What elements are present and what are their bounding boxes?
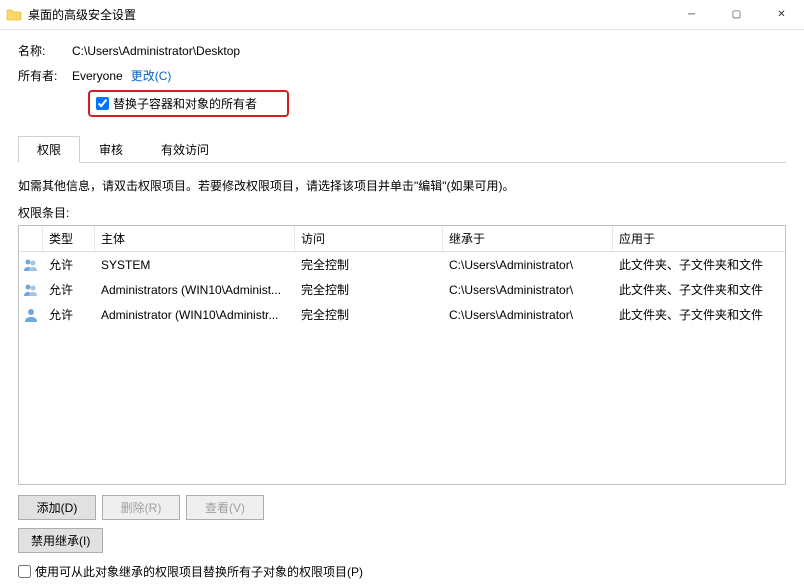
name-row: 名称: C:\Users\Administrator\Desktop — [18, 42, 786, 59]
cell-principal: SYSTEM — [95, 254, 295, 276]
cell-inherited: C:\Users\Administrator\ — [443, 304, 613, 326]
owner-row: 所有者: Everyone 更改(C) — [18, 67, 786, 84]
replace-owner-highlight: 替换子容器和对象的所有者 — [88, 90, 289, 117]
cell-inherited: C:\Users\Administrator\ — [443, 279, 613, 301]
cell-inherited: C:\Users\Administrator\ — [443, 254, 613, 276]
replace-all-label: 使用可从此对象继承的权限项目替换所有子对象的权限项目(P) — [35, 563, 363, 580]
permissions-table[interactable]: 类型 主体 访问 继承于 应用于 允许SYSTEM完全控制C:\Users\Ad… — [18, 225, 786, 485]
user-icon — [19, 303, 43, 327]
tab-effective[interactable]: 有效访问 — [142, 136, 228, 163]
inherit-row: 禁用继承(I) — [18, 528, 786, 553]
cell-access: 完全控制 — [295, 302, 443, 327]
folder-icon — [6, 7, 22, 23]
table-row[interactable]: 允许Administrators (WIN10\Administ...完全控制C… — [19, 277, 785, 302]
cell-type: 允许 — [43, 302, 95, 327]
cell-principal: Administrators (WIN10\Administ... — [95, 279, 295, 301]
cell-applies: 此文件夹、子文件夹和文件 — [613, 302, 785, 327]
col-principal[interactable]: 主体 — [95, 226, 295, 251]
table-row[interactable]: 允许Administrator (WIN10\Administr...完全控制C… — [19, 302, 785, 327]
col-access[interactable]: 访问 — [295, 226, 443, 251]
maximize-button[interactable]: ▢ — [714, 0, 759, 29]
entries-label: 权限条目: — [18, 204, 786, 221]
table-row[interactable]: 允许SYSTEM完全控制C:\Users\Administrator\此文件夹、… — [19, 252, 785, 277]
cell-applies: 此文件夹、子文件夹和文件 — [613, 252, 785, 277]
col-inherited[interactable]: 继承于 — [443, 226, 613, 251]
content-area: 名称: C:\Users\Administrator\Desktop 所有者: … — [0, 30, 804, 588]
replace-all-row: 使用可从此对象继承的权限项目替换所有子对象的权限项目(P) — [18, 563, 786, 580]
tabs: 权限 审核 有效访问 — [18, 135, 786, 163]
title-bar: 桌面的高级安全设置 ─ ▢ ✕ — [0, 0, 804, 30]
cell-applies: 此文件夹、子文件夹和文件 — [613, 277, 785, 302]
owner-value: Everyone — [72, 69, 123, 83]
window-title: 桌面的高级安全设置 — [28, 6, 669, 23]
group-icon — [19, 278, 43, 302]
cell-principal: Administrator (WIN10\Administr... — [95, 304, 295, 326]
cell-type: 允许 — [43, 277, 95, 302]
group-icon — [19, 253, 43, 277]
close-button[interactable]: ✕ — [759, 0, 804, 29]
col-type[interactable]: 类型 — [43, 226, 95, 251]
minimize-button[interactable]: ─ — [669, 0, 714, 29]
cell-type: 允许 — [43, 252, 95, 277]
replace-all-checkbox[interactable] — [18, 565, 31, 578]
tab-permissions[interactable]: 权限 — [18, 136, 80, 163]
add-button[interactable]: 添加(D) — [18, 495, 96, 520]
tab-auditing[interactable]: 审核 — [80, 136, 142, 163]
name-label: 名称: — [18, 42, 72, 59]
cell-access: 完全控制 — [295, 252, 443, 277]
col-applies[interactable]: 应用于 — [613, 226, 785, 251]
window-controls: ─ ▢ ✕ — [669, 0, 804, 29]
buttons-row: 添加(D) 删除(R) 查看(V) — [18, 495, 786, 520]
replace-owner-checkbox[interactable] — [96, 97, 109, 110]
change-owner-link[interactable]: 更改(C) — [131, 67, 172, 84]
view-button[interactable]: 查看(V) — [186, 495, 264, 520]
owner-label: 所有者: — [18, 67, 72, 84]
cell-access: 完全控制 — [295, 277, 443, 302]
disable-inheritance-button[interactable]: 禁用继承(I) — [18, 528, 103, 553]
remove-button[interactable]: 删除(R) — [102, 495, 180, 520]
info-text: 如需其他信息，请双击权限项目。若要修改权限项目，请选择该项目并单击"编辑"(如果… — [18, 177, 786, 194]
table-header: 类型 主体 访问 继承于 应用于 — [19, 226, 785, 252]
replace-owner-label: 替换子容器和对象的所有者 — [113, 95, 257, 112]
name-value: C:\Users\Administrator\Desktop — [72, 44, 240, 58]
